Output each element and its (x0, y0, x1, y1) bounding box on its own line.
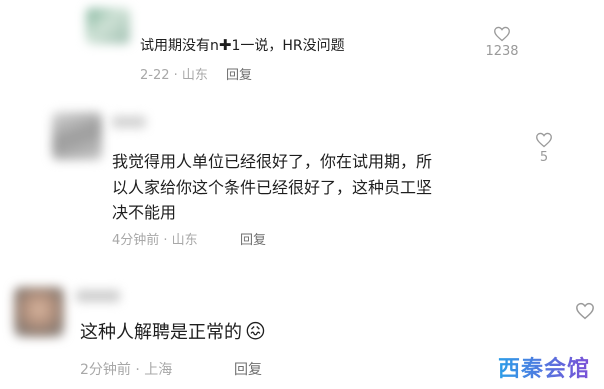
reply-button[interactable]: 回复 (240, 229, 266, 248)
comment-line: 决不能用 (112, 203, 177, 222)
comment-text-part: 试用期没有n (140, 38, 219, 54)
heart-icon (576, 302, 594, 320)
username[interactable] (76, 290, 120, 302)
username[interactable] (112, 116, 146, 128)
like-count: 1238 (485, 44, 519, 59)
like-button[interactable]: 1238 (482, 26, 522, 59)
comment-line: 我觉得用人单位已经很好了，你在试用期，所 (112, 152, 433, 171)
comment-meta: 2-22 · 山东 (140, 68, 208, 83)
avatar[interactable] (14, 287, 64, 337)
like-button[interactable]: 5 (528, 132, 560, 165)
reply-button[interactable]: 回复 (226, 64, 252, 83)
watermark-logo: 西秦会馆 (498, 351, 590, 383)
comment-meta: 2分钟前 · 上海 (80, 362, 173, 378)
comment-meta: 4分钟前 · 山东 (112, 233, 198, 248)
avatar[interactable] (86, 8, 130, 44)
comment-text-part: 这种人解聘是正常的 (80, 322, 242, 343)
reply-button[interactable]: 回复 (234, 359, 262, 379)
plus-symbol: ✚ (218, 36, 232, 54)
comment-text-part: 1一说，HR没问题 (231, 38, 345, 54)
heart-icon (536, 132, 552, 148)
heart-icon (494, 26, 510, 42)
avatar[interactable] (52, 112, 102, 160)
comment-text: 这种人解聘是正常的 😖 (80, 318, 266, 344)
comment-text: 试用期没有n✚1一说，HR没问题 (140, 35, 345, 55)
like-button[interactable] (572, 302, 598, 320)
emoji-icon: 😖 (245, 319, 266, 343)
like-count: 5 (539, 150, 549, 165)
comment-line: 以人家给你这个条件已经很好了，这种员工坚 (112, 178, 433, 197)
